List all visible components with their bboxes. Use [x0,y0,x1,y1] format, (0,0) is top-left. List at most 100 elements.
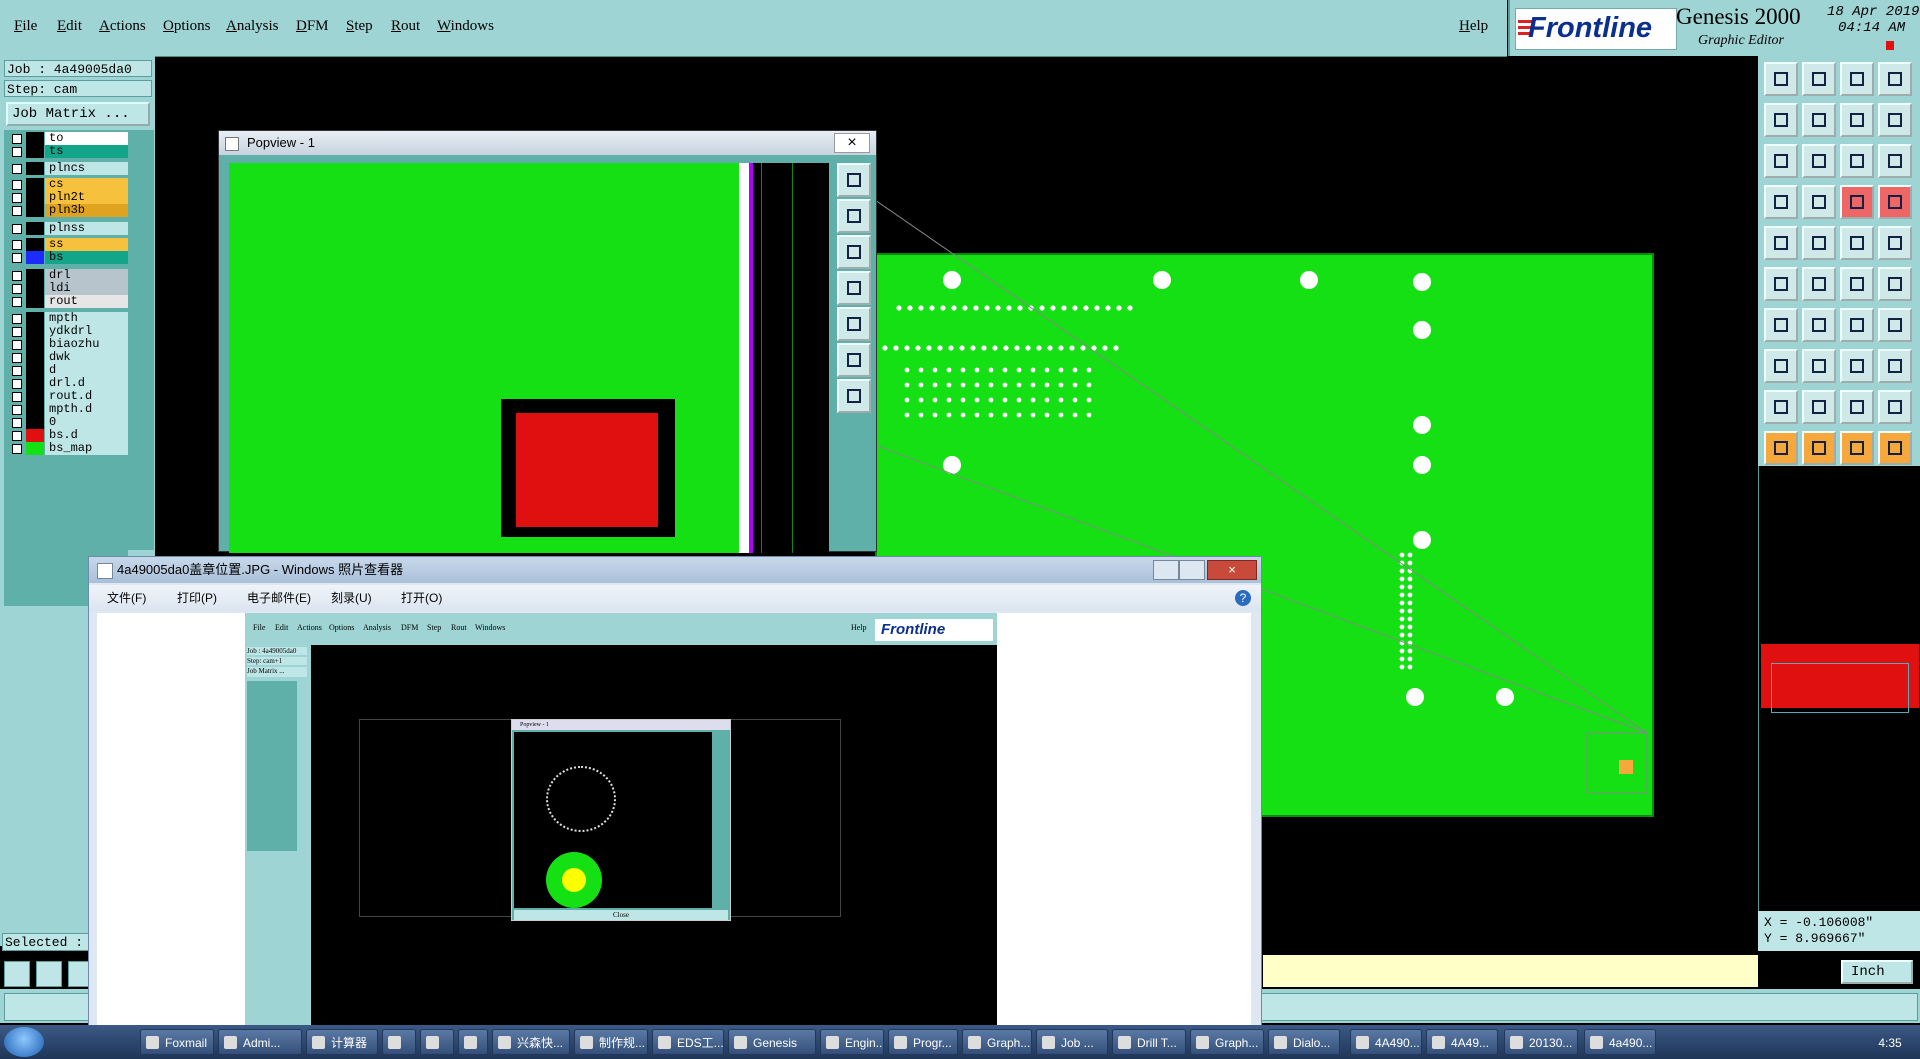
layer-checkbox[interactable] [12,253,22,263]
layer-color-swatch[interactable] [26,295,44,308]
split-window-icon[interactable] [1878,62,1912,96]
menu-windows[interactable]: Windows [437,18,494,35]
viewer-menu-print[interactable]: 打印(P) [177,585,217,611]
layer-color-swatch[interactable] [26,442,44,455]
taskbar-item[interactable]: 20130... [1504,1029,1578,1055]
taskbar-item[interactable]: Dialo... [1268,1029,1340,1055]
layer-checkbox[interactable] [12,134,22,144]
taskbar-item[interactable]: 4a490... [1584,1029,1656,1055]
layer-checkbox[interactable] [12,147,22,157]
taskbar-item[interactable]: Graph... [962,1029,1032,1055]
menu-analysis[interactable]: Analysis [226,18,279,35]
layer-color-swatch[interactable] [26,377,44,390]
layer-name[interactable]: mpth.d [45,403,131,416]
text-d-icon[interactable] [1878,390,1912,424]
layer-compare-icon[interactable] [1840,185,1874,219]
layer-checkbox[interactable] [12,392,22,402]
layer-row-plncs[interactable]: plncs [8,162,131,175]
draw-line-icon[interactable] [1764,308,1798,342]
layer-name[interactable]: pln3b [45,204,131,217]
layer-checkbox[interactable] [12,224,22,234]
measure-icon[interactable] [1840,349,1874,383]
menu-dfm[interactable]: DFM [296,18,329,35]
layer-checkbox[interactable] [12,284,22,294]
rotate-icon[interactable] [1840,308,1874,342]
layer-checkbox[interactable] [12,164,22,174]
layer-color-swatch[interactable] [26,429,44,442]
text-b-icon[interactable] [1802,390,1836,424]
viewer-close-button[interactable]: × [1207,560,1257,580]
layer-name[interactable]: plncs [45,162,131,175]
layer-color-swatch[interactable] [26,338,44,351]
viewer-menu-open[interactable]: 打开(O) [401,585,442,611]
system-clock[interactable]: 4:35 [1862,1030,1918,1056]
layer-color-swatch[interactable] [26,325,44,338]
menu-file[interactable]: File [14,18,37,35]
layer-row-plnss[interactable]: plnss [8,222,131,235]
taskbar-item[interactable]: Progr... [888,1029,958,1055]
mirror-icon[interactable] [1878,308,1912,342]
units-button[interactable]: Inch [1841,960,1913,984]
scale-1-2-icon[interactable] [1840,144,1874,178]
layer-color-swatch[interactable] [26,251,44,264]
minimize-button[interactable] [1153,560,1179,580]
move-left-icon[interactable] [1764,103,1798,137]
taskbar-item[interactable]: Admi... [218,1029,302,1055]
cross-icon[interactable] [1802,267,1836,301]
layer-list-scrollbar[interactable] [128,130,154,550]
line-icon[interactable] [1802,226,1836,260]
taskbar-item[interactable]: Drill T... [1112,1029,1186,1055]
measure-icon[interactable] [36,961,62,987]
viewer-help-icon[interactable]: ? [1235,590,1251,606]
step-icon[interactable] [1878,103,1912,137]
layer-color-swatch[interactable] [26,162,44,175]
layer-color-swatch[interactable] [26,282,44,295]
layer-checkbox[interactable] [12,340,22,350]
feature-info-icon[interactable] [1802,185,1836,219]
popview-pan-down-icon[interactable] [837,235,871,269]
copy-layer-icon[interactable] [1764,62,1798,96]
layer-checkbox[interactable] [12,180,22,190]
draw-diagonal-icon[interactable] [1802,308,1836,342]
layer-color-swatch[interactable] [26,191,44,204]
menu-options[interactable]: Options [163,18,211,35]
taskbar-item[interactable]: Foxmail [140,1029,214,1055]
taskbar-item[interactable] [420,1029,454,1055]
popview-pan-right-icon[interactable] [837,307,871,341]
taskbar-item[interactable]: 兴森快... [492,1029,570,1055]
layer-color-swatch[interactable] [26,403,44,416]
layer-checkbox[interactable] [12,379,22,389]
move-right-icon[interactable] [1802,103,1836,137]
menu-edit[interactable]: Edit [57,18,82,35]
layer-checkbox[interactable] [12,405,22,415]
taskbar-item[interactable] [458,1029,488,1055]
maximize-button[interactable] [1179,560,1205,580]
taskbar-item[interactable]: Job ... [1036,1029,1108,1055]
viewer-menu-burn[interactable]: 刻录(U) [331,585,372,611]
layer-checkbox[interactable] [12,431,22,441]
layer-color-swatch[interactable] [26,269,44,282]
text-a-icon[interactable] [1764,390,1798,424]
start-button[interactable] [4,1027,44,1057]
menu-step[interactable]: Step [346,18,373,35]
command-field[interactable] [1263,955,1758,987]
select-2-icon[interactable] [1802,431,1836,465]
help-icon[interactable] [1878,144,1912,178]
menu-actions[interactable]: Actions [99,18,146,35]
viewer-titlebar[interactable]: 4a49005da0盖章位置.JPG - Windows 照片查看器 × [89,557,1261,583]
layer-name[interactable]: bs [45,251,131,264]
layer-name[interactable]: dwk [45,351,131,364]
home-icon[interactable] [1840,62,1874,96]
layer-compare-2-icon[interactable] [1878,185,1912,219]
layer-color-swatch[interactable] [26,145,44,158]
layer-row-rout[interactable]: rout [8,295,131,308]
layer-color-swatch[interactable] [26,204,44,217]
connect-icon[interactable] [1840,267,1874,301]
dash-icon[interactable] [1802,349,1836,383]
pad-icon[interactable] [1764,226,1798,260]
layer-row-bs-map[interactable]: bs_map [8,442,131,455]
layer-color-swatch[interactable] [26,222,44,235]
popview-pan-up-icon[interactable] [837,199,871,233]
taskbar-item[interactable]: 4A49... [1426,1029,1498,1055]
layer-color-swatch[interactable] [26,312,44,325]
